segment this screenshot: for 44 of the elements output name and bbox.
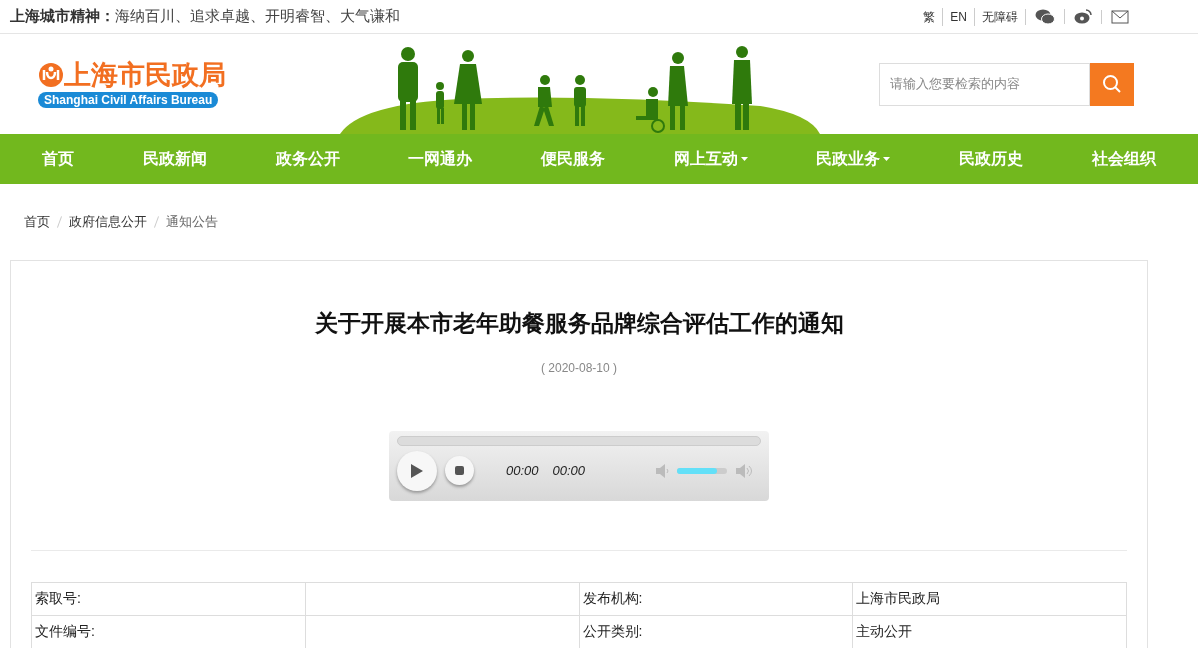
- logo-icon: [38, 62, 64, 88]
- breadcrumb-link[interactable]: 通知公告: [166, 212, 218, 232]
- nav-item[interactable]: 首页: [42, 147, 75, 171]
- stop-button[interactable]: [445, 456, 474, 485]
- nav-item[interactable]: 民政业务: [816, 147, 891, 171]
- publish-date: ( 2020-08-10 ): [540, 360, 617, 375]
- play-button[interactable]: [397, 450, 437, 491]
- nav-item[interactable]: 网上互动: [673, 147, 748, 171]
- nav-item[interactable]: 民政历史: [958, 147, 1023, 171]
- nav-item[interactable]: 社会组织: [1091, 147, 1156, 171]
- top-link[interactable]: EN: [942, 7, 974, 26]
- motto-text: 海纳百川、追求卓越、开明睿智、大气谦和: [115, 6, 400, 27]
- top-link[interactable]: 无障碍: [974, 7, 1025, 26]
- nav-item[interactable]: 一网通办: [408, 147, 473, 171]
- caret-icon: [740, 157, 748, 161]
- duration-time: 00:00: [552, 461, 586, 480]
- progress-track[interactable]: [397, 435, 761, 446]
- table-cell-text: 文件编号:: [35, 623, 95, 639]
- table-cell-text: 公开类别:: [582, 623, 643, 639]
- caret-icon: [883, 157, 891, 161]
- mail-icon[interactable]: [1111, 9, 1129, 24]
- breadcrumb-link[interactable]: 首页: [24, 212, 50, 232]
- logo-title: 上海市民政局: [64, 60, 226, 90]
- logo-subtitle: Shanghai Civil Affairs Bureau: [38, 92, 219, 108]
- stop-icon: [455, 466, 464, 475]
- top-link[interactable]: 繁: [916, 7, 943, 26]
- breadcrumb-link[interactable]: 政府信息公开: [69, 212, 147, 232]
- nav-item[interactable]: 政务公开: [275, 147, 340, 171]
- table-cell-text: 主动公开: [856, 623, 913, 639]
- play-icon: [411, 463, 423, 478]
- search-icon: [1102, 74, 1122, 94]
- motto-label: 上海城市精神：: [10, 6, 115, 27]
- search-button[interactable]: [1090, 62, 1134, 106]
- table-cell-text: 索取号:: [35, 590, 81, 606]
- search-field[interactable]: 请输入您要检索的内容: [879, 62, 1090, 106]
- article-title: 关于开展本市老年助餐服务品牌综合评估工作的通知: [313, 309, 845, 338]
- volume-track[interactable]: [677, 467, 727, 474]
- nav-item[interactable]: 民政新闻: [143, 147, 207, 171]
- current-time: 00:00: [506, 461, 539, 480]
- table-cell-text: 上海市民政局: [856, 590, 941, 606]
- wechat-icon[interactable]: [1035, 8, 1055, 25]
- weibo-icon[interactable]: [1074, 9, 1092, 24]
- nav-item[interactable]: 便民服务: [540, 147, 605, 171]
- table-cell-text: 发布机构:: [582, 590, 643, 606]
